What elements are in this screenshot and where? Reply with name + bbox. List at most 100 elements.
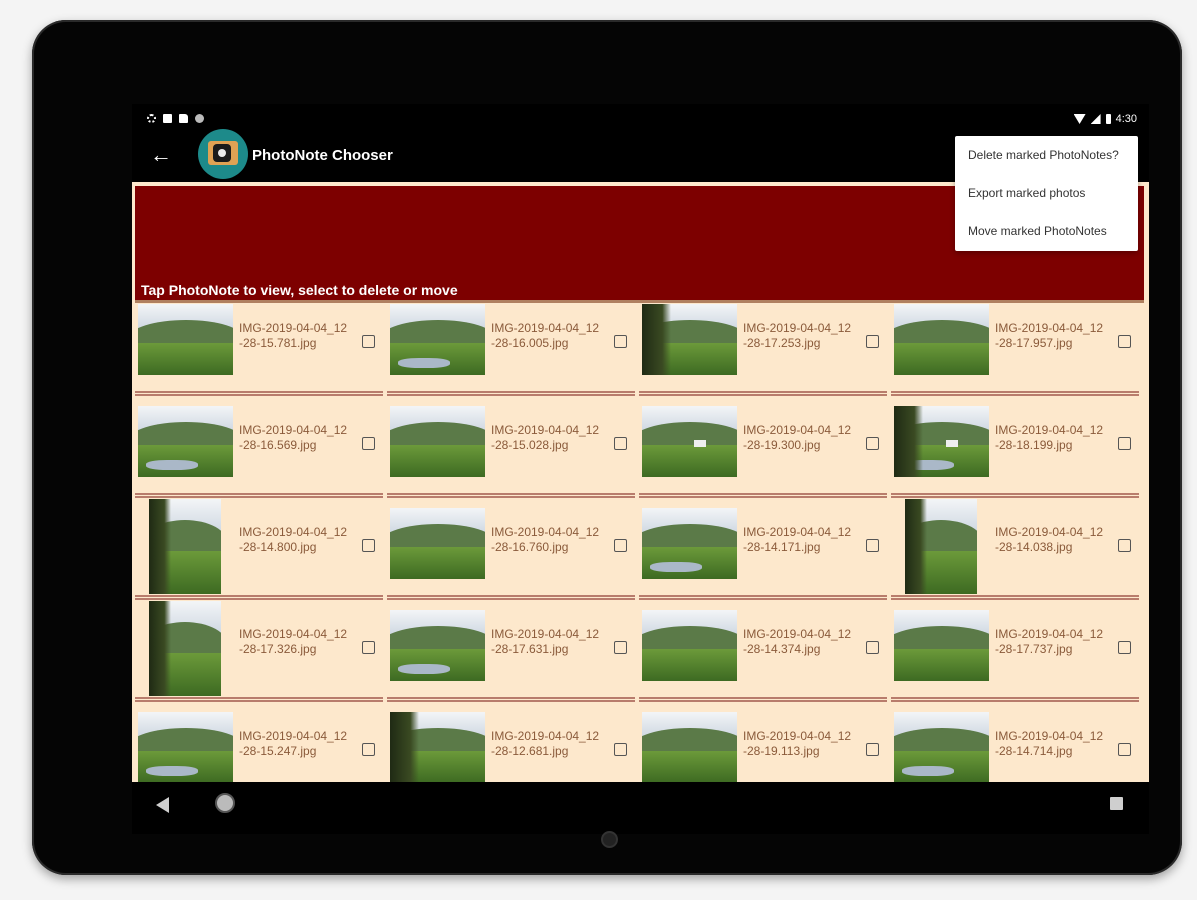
- photo-thumbnail[interactable]: [894, 610, 989, 681]
- select-checkbox[interactable]: [362, 437, 375, 450]
- row-divider: [387, 493, 635, 498]
- photo-cell[interactable]: IMG-2019-04-04_12-28-15.781.jpg: [135, 295, 383, 396]
- photo-cell[interactable]: IMG-2019-04-04_12-28-17.737.jpg: [891, 601, 1139, 702]
- select-checkbox[interactable]: [866, 743, 879, 756]
- select-checkbox[interactable]: [866, 539, 879, 552]
- nav-recents-icon[interactable]: [1110, 797, 1123, 810]
- select-checkbox[interactable]: [1118, 743, 1131, 756]
- row-divider: [891, 391, 1139, 396]
- menu-item-move-marked[interactable]: Move marked PhotoNotes: [955, 212, 1138, 250]
- photo-cell[interactable]: IMG-2019-04-04_12-28-19.300.jpg: [639, 397, 887, 498]
- notification-icons: [147, 114, 204, 123]
- select-checkbox[interactable]: [866, 335, 879, 348]
- photo-thumbnail[interactable]: [642, 406, 737, 477]
- row-divider: [387, 697, 635, 702]
- photo-thumbnail[interactable]: [390, 508, 485, 579]
- circle-icon: [195, 114, 204, 123]
- row-divider: [639, 595, 887, 600]
- photo-cell[interactable]: IMG-2019-04-04_12-28-14.374.jpg: [639, 601, 887, 702]
- select-checkbox[interactable]: [1118, 641, 1131, 654]
- photo-thumbnail[interactable]: [894, 406, 989, 477]
- select-checkbox[interactable]: [362, 335, 375, 348]
- select-checkbox[interactable]: [614, 641, 627, 654]
- photo-cell[interactable]: IMG-2019-04-04_12-28-15.247.jpg: [135, 703, 383, 782]
- photo-cell[interactable]: IMG-2019-04-04_12-28-18.199.jpg: [891, 397, 1139, 498]
- signal-icon: [1090, 114, 1101, 124]
- select-checkbox[interactable]: [362, 539, 375, 552]
- photo-thumbnail[interactable]: [390, 304, 485, 375]
- photo-thumbnail[interactable]: [390, 406, 485, 477]
- photo-filename: IMG-2019-04-04_12-28-17.737.jpg: [995, 627, 1104, 656]
- select-checkbox[interactable]: [362, 743, 375, 756]
- photo-cell[interactable]: IMG-2019-04-04_12-28-19.113.jpg: [639, 703, 887, 782]
- nav-home-icon[interactable]: [215, 793, 235, 813]
- photo-thumbnail[interactable]: [390, 610, 485, 681]
- photo-cell[interactable]: IMG-2019-04-04_12-28-16.005.jpg: [387, 295, 635, 396]
- status-bar: 4:30: [132, 104, 1149, 136]
- photo-thumbnail[interactable]: [138, 304, 233, 375]
- select-checkbox[interactable]: [1118, 437, 1131, 450]
- photo-thumbnail[interactable]: [138, 712, 233, 782]
- photo-thumbnail[interactable]: [642, 508, 737, 579]
- photo-thumbnail[interactable]: [642, 712, 737, 782]
- row-divider: [135, 493, 383, 498]
- nav-back-icon[interactable]: [156, 797, 169, 813]
- photo-thumbnail[interactable]: [138, 406, 233, 477]
- photo-cell[interactable]: IMG-2019-04-04_12-28-17.326.jpg: [135, 601, 383, 702]
- photo-cell[interactable]: IMG-2019-04-04_12-28-17.957.jpg: [891, 295, 1139, 396]
- photo-thumbnail[interactable]: [894, 304, 989, 375]
- row-divider: [135, 697, 383, 702]
- select-checkbox[interactable]: [362, 641, 375, 654]
- back-arrow-icon[interactable]: ←: [150, 144, 172, 166]
- system-icons: 4:30: [1073, 113, 1137, 125]
- select-checkbox[interactable]: [614, 743, 627, 756]
- notification-icon: [163, 114, 172, 123]
- select-checkbox[interactable]: [1118, 335, 1131, 348]
- photo-thumbnail[interactable]: [149, 601, 221, 696]
- photo-thumbnail[interactable]: [642, 610, 737, 681]
- clock: 4:30: [1115, 113, 1137, 125]
- menu-item-delete-marked[interactable]: Delete marked PhotoNotes?: [955, 136, 1138, 174]
- photo-cell[interactable]: IMG-2019-04-04_12-28-14.800.jpg: [135, 499, 383, 600]
- select-checkbox[interactable]: [866, 641, 879, 654]
- tablet-frame: 4:30 ← PhotoNote Chooser Tap PhotoNote t…: [32, 20, 1182, 875]
- photo-thumbnail[interactable]: [894, 712, 989, 782]
- photo-thumbnail[interactable]: [390, 712, 485, 782]
- photo-cell[interactable]: IMG-2019-04-04_12-28-14.038.jpg: [891, 499, 1139, 600]
- photo-filename: IMG-2019-04-04_12-28-17.326.jpg: [239, 627, 348, 656]
- photo-filename: IMG-2019-04-04_12-28-17.253.jpg: [743, 321, 852, 350]
- menu-item-export-marked[interactable]: Export marked photos: [955, 174, 1138, 212]
- row-divider: [891, 697, 1139, 702]
- photo-filename: IMG-2019-04-04_12-28-14.374.jpg: [743, 627, 852, 656]
- photo-filename: IMG-2019-04-04_12-28-14.800.jpg: [239, 525, 348, 554]
- photo-cell[interactable]: IMG-2019-04-04_12-28-16.760.jpg: [387, 499, 635, 600]
- select-checkbox[interactable]: [1118, 539, 1131, 552]
- photo-cell[interactable]: IMG-2019-04-04_12-28-12.681.jpg: [387, 703, 635, 782]
- select-checkbox[interactable]: [614, 335, 627, 348]
- photo-cell[interactable]: IMG-2019-04-04_12-28-14.714.jpg: [891, 703, 1139, 782]
- photo-thumbnail[interactable]: [642, 304, 737, 375]
- battery-icon: [1105, 114, 1111, 124]
- select-checkbox[interactable]: [866, 437, 879, 450]
- photo-filename: IMG-2019-04-04_12-28-14.714.jpg: [995, 729, 1104, 758]
- photo-cell[interactable]: IMG-2019-04-04_12-28-15.028.jpg: [387, 397, 635, 498]
- photo-filename: IMG-2019-04-04_12-28-15.781.jpg: [239, 321, 348, 350]
- photo-cell[interactable]: IMG-2019-04-04_12-28-17.253.jpg: [639, 295, 887, 396]
- select-checkbox[interactable]: [614, 539, 627, 552]
- photo-filename: IMG-2019-04-04_12-28-15.247.jpg: [239, 729, 348, 758]
- photo-thumbnail[interactable]: [905, 499, 977, 594]
- photo-thumbnail[interactable]: [149, 499, 221, 594]
- photo-filename: IMG-2019-04-04_12-28-15.028.jpg: [491, 423, 600, 452]
- row-divider: [135, 391, 383, 396]
- photo-filename: IMG-2019-04-04_12-28-17.631.jpg: [491, 627, 600, 656]
- select-checkbox[interactable]: [614, 437, 627, 450]
- row-divider: [891, 595, 1139, 600]
- photo-cell[interactable]: IMG-2019-04-04_12-28-16.569.jpg: [135, 397, 383, 498]
- overflow-menu: Delete marked PhotoNotes? Export marked …: [955, 136, 1138, 251]
- row-divider: [639, 697, 887, 702]
- row-divider: [891, 493, 1139, 498]
- photo-cell[interactable]: IMG-2019-04-04_12-28-17.631.jpg: [387, 601, 635, 702]
- photo-filename: IMG-2019-04-04_12-28-16.005.jpg: [491, 321, 600, 350]
- photo-filename: IMG-2019-04-04_12-28-18.199.jpg: [995, 423, 1104, 452]
- photo-cell[interactable]: IMG-2019-04-04_12-28-14.171.jpg: [639, 499, 887, 600]
